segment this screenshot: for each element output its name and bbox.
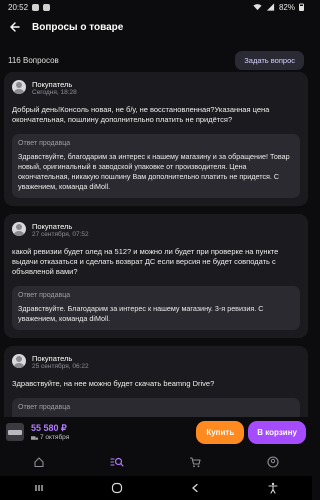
home-button[interactable]	[110, 481, 124, 495]
question-date: 27 сентября, 07:52	[32, 231, 89, 238]
back-button[interactable]	[8, 20, 22, 34]
question-date: Сегодня, 18:28	[32, 89, 77, 96]
seller-answer: Ответ продавца Здравствуйте. Благодарим …	[12, 286, 300, 330]
arrow-left-icon	[10, 22, 20, 32]
tab-bar	[0, 450, 312, 474]
accessibility-button[interactable]	[266, 481, 280, 495]
author-name: Покупатель	[32, 222, 73, 231]
tab-search[interactable]	[110, 455, 124, 469]
chevron-left-icon	[192, 483, 198, 493]
price-block: 55 580 ₽ 7 октября	[31, 423, 69, 442]
product-price: 55 580 ₽	[31, 422, 67, 433]
status-time: 20:52	[8, 2, 29, 12]
question-date: 25 сентября, 06:22	[32, 363, 89, 370]
tab-cart[interactable]	[188, 455, 202, 469]
question-card: Покупатель 25 сентября, 06:22 Здравствуй…	[4, 346, 308, 420]
recent-apps-icon	[35, 485, 43, 491]
notification-icon	[32, 3, 40, 11]
profile-icon	[267, 456, 279, 468]
tab-home[interactable]	[32, 455, 46, 469]
questions-count: 116 Вопросов	[8, 55, 59, 65]
author-name: Покупатель	[32, 354, 73, 363]
question-author: Покупатель Сегодня, 18:28	[12, 80, 300, 97]
page-title: Вопросы о товаре	[32, 21, 124, 33]
author-name: Покупатель	[32, 80, 73, 89]
search-icon	[110, 457, 124, 467]
answer-label: Ответ продавца	[18, 404, 71, 411]
wifi-icon	[253, 4, 262, 11]
question-text: Добрый день!Консоль новая, не б/у, не во…	[12, 105, 270, 124]
home-icon	[34, 457, 44, 468]
truck-icon	[31, 435, 38, 440]
seller-answer: Ответ продавца Здравствуйте, благодарим …	[12, 134, 300, 198]
avatar	[12, 354, 26, 368]
answer-text: Здравствуйте, благодарим за интерес к на…	[18, 152, 290, 191]
question-author: Покупатель 27 сентября, 07:52	[12, 222, 300, 239]
answer-label: Ответ продавца	[18, 140, 71, 147]
question-card: Покупатель 27 сентября, 07:52 какой реви…	[4, 214, 308, 338]
questions-list[interactable]: Покупатель Сегодня, 18:28 Добрый день!Ко…	[0, 72, 312, 420]
question-card: Покупатель Сегодня, 18:28 Добрый день!Ко…	[4, 72, 308, 206]
buy-button[interactable]: Купить	[196, 420, 245, 444]
battery-level: 82%	[278, 2, 295, 12]
avatar	[12, 222, 26, 236]
product-thumbnail[interactable]	[6, 423, 24, 441]
recent-apps-button[interactable]	[32, 481, 46, 495]
back-nav-button[interactable]	[188, 481, 202, 495]
avatar	[12, 80, 26, 94]
add-to-cart-button[interactable]: В корзину	[248, 420, 306, 444]
home-circle-icon	[111, 482, 123, 494]
answer-label: Ответ продавца	[18, 292, 71, 299]
system-nav-bar	[0, 476, 312, 500]
cart-icon	[190, 457, 201, 468]
delivery-info: 7 октября	[31, 434, 69, 442]
ask-question-button[interactable]: Задать вопрос	[235, 50, 304, 70]
purchase-bar: 55 580 ₽ 7 октября Купить В корзину	[0, 417, 312, 447]
battery-icon	[299, 3, 304, 11]
signal-icon	[266, 3, 275, 11]
answer-text: Здравствуйте. Благодарим за интерес к на…	[18, 304, 264, 323]
question-author: Покупатель 25 сентября, 06:22	[12, 354, 300, 371]
question-text: какой ревизии будет олед на 512? и можно…	[12, 247, 279, 276]
app-notification-icon	[43, 3, 51, 11]
delivery-date: 7 октября	[40, 433, 70, 441]
top-bar: Вопросы о товаре	[0, 14, 312, 40]
tab-profile[interactable]	[266, 455, 280, 469]
question-text: Здравствуйте, на нее можно будет скачать…	[12, 379, 215, 388]
status-bar: 20:52 82%	[0, 0, 312, 14]
questions-summary: 116 Вопросов Задать вопрос	[0, 46, 312, 74]
accessibility-icon	[268, 482, 278, 494]
